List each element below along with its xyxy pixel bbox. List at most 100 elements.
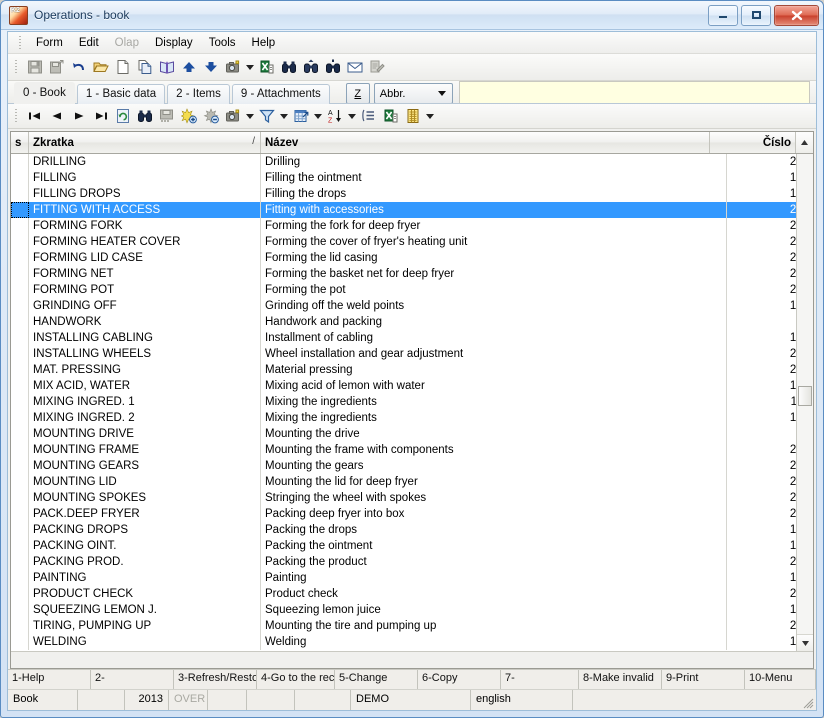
column-header-zkratka[interactable]: Zkratka / — [29, 132, 261, 153]
export-excel-icon[interactable] — [256, 56, 278, 78]
arrow-down-icon[interactable] — [200, 56, 222, 78]
menu-item-display[interactable]: Display — [147, 35, 201, 51]
table-row[interactable]: MIX ACID, WATER Mixing acid of lemon with… — [11, 378, 813, 394]
row-selector-cell[interactable] — [11, 586, 29, 602]
function-key-2[interactable]: 2- — [91, 670, 174, 689]
new-document-icon[interactable] — [112, 56, 134, 78]
grid-horizontal-scroll-area[interactable] — [11, 651, 813, 668]
row-selector-cell[interactable] — [11, 570, 29, 586]
menu-grip-handle[interactable] — [18, 35, 24, 51]
table-row[interactable]: MOUNTING LID Mounting the lid for deep fr… — [11, 474, 813, 490]
filter-icon[interactable] — [256, 105, 278, 127]
sort-az-icon[interactable]: A Z — [324, 105, 346, 127]
row-selector-cell[interactable] — [11, 522, 29, 538]
table-row[interactable]: FILLING DROPSFilling the drops134 — [11, 186, 813, 202]
menu-item-help[interactable]: Help — [244, 35, 284, 51]
row-selector-cell[interactable] — [11, 186, 29, 202]
undo-icon[interactable] — [68, 56, 90, 78]
row-selector-cell[interactable] — [11, 346, 29, 362]
table-row[interactable]: MOUNTING SPOKES Stringing the wheel with … — [11, 490, 813, 506]
scroll-down-button[interactable] — [797, 634, 813, 651]
function-key-1[interactable]: 1-Help — [8, 670, 91, 689]
table-row[interactable]: PAINTINGPainting155 — [11, 570, 813, 586]
refresh-icon[interactable] — [112, 105, 134, 127]
chevron-down-icon[interactable] — [424, 105, 436, 127]
table-row[interactable]: MIXING INGRED. 1Mixing the ingredients11… — [11, 394, 813, 410]
menu-item-form[interactable]: Form — [28, 35, 71, 51]
scroll-up-button[interactable] — [796, 132, 813, 153]
first-record-icon[interactable] — [24, 105, 46, 127]
table-row[interactable]: FORMING POTForming the pot234 — [11, 282, 813, 298]
scrollbar-thumb[interactable] — [798, 386, 812, 406]
list-icon[interactable] — [358, 105, 380, 127]
mail-icon[interactable] — [344, 56, 366, 78]
save-record-icon[interactable] — [156, 105, 178, 127]
tab-book[interactable]: 0 - Book — [14, 82, 75, 104]
row-selector-cell[interactable] — [11, 266, 29, 282]
table-row[interactable]: MOUNTING DRIVEMounting the drive69 — [11, 426, 813, 442]
row-selector-cell[interactable] — [11, 490, 29, 506]
window-resize-grip[interactable] — [802, 697, 814, 709]
last-record-icon[interactable] — [90, 105, 112, 127]
search-field-select[interactable]: Abbr. — [373, 83, 453, 104]
toolbar-grip-handle[interactable] — [14, 59, 20, 75]
next-record-icon[interactable] — [68, 105, 90, 127]
row-selector-cell[interactable] — [11, 602, 29, 618]
chevron-down-icon[interactable] — [244, 56, 256, 78]
menu-item-edit[interactable]: Edit — [71, 35, 107, 51]
arrow-up-icon[interactable] — [178, 56, 200, 78]
table-row[interactable]: MOUNTING FRAME Mounting the frame with co… — [11, 442, 813, 458]
camera-icon[interactable] — [222, 105, 244, 127]
function-key-10[interactable]: 10-Menu — [745, 670, 816, 689]
row-selector-cell[interactable] — [11, 426, 29, 442]
table-row[interactable]: GRINDING OFF Grinding off the weld points… — [11, 298, 813, 314]
search-input[interactable] — [458, 81, 810, 104]
row-selector-cell[interactable] — [11, 218, 29, 234]
table-row[interactable]: MIXING INGRED. 2Mixing the ingredients13… — [11, 410, 813, 426]
table-row[interactable]: MAT. PRESSINGMaterial pressing264 — [11, 362, 813, 378]
row-selector-cell[interactable] — [11, 314, 29, 330]
binoculars-icon[interactable] — [134, 105, 156, 127]
table-row[interactable]: MOUNTING GEARSMounting the gears287 — [11, 458, 813, 474]
row-selector-cell[interactable] — [11, 442, 29, 458]
table-row[interactable]: FORMING LID CASEForming the lid casing23… — [11, 250, 813, 266]
previous-record-icon[interactable] — [46, 105, 68, 127]
chevron-down-icon[interactable] — [244, 105, 256, 127]
function-key-6[interactable]: 6-Copy — [418, 670, 501, 689]
row-selector-cell[interactable] — [11, 298, 29, 314]
column-header-nazev[interactable]: Název — [261, 132, 710, 153]
z-sort-button[interactable]: Z — [345, 83, 370, 104]
add-record-icon[interactable] — [178, 105, 200, 127]
table-row[interactable]: PACK.DEEP FRYER Packing deep fryer into b… — [11, 506, 813, 522]
table-row[interactable]: FITTING WITH ACCESS Fitting with accessor… — [11, 202, 813, 218]
close-button[interactable] — [774, 4, 819, 26]
row-selector-cell[interactable] — [11, 330, 29, 346]
table-row[interactable]: INSTALLING WHEELS Wheel installation and … — [11, 346, 813, 362]
camera-icon[interactable] — [222, 56, 244, 78]
row-selector-cell[interactable] — [11, 202, 29, 218]
row-selector-cell[interactable] — [11, 410, 29, 426]
row-selector-cell[interactable] — [11, 618, 29, 634]
row-selector-cell[interactable] — [11, 506, 29, 522]
row-selector-cell[interactable] — [11, 234, 29, 250]
row-selector-cell[interactable] — [11, 250, 29, 266]
row-selector-cell[interactable] — [11, 394, 29, 410]
chevron-down-icon[interactable] — [312, 105, 324, 127]
open-folder-icon[interactable] — [90, 56, 112, 78]
function-key-5[interactable]: 5-Change — [335, 670, 418, 689]
report-icon[interactable] — [402, 105, 424, 127]
chevron-down-icon[interactable] — [278, 105, 290, 127]
row-selector-cell[interactable] — [11, 474, 29, 490]
chevron-down-icon[interactable] — [346, 105, 358, 127]
maximize-button[interactable] — [741, 4, 771, 26]
table-row[interactable]: PACKING OINT.Packing the ointment128 — [11, 538, 813, 554]
table-row[interactable]: INSTALLING CABLING Installment of cabling… — [11, 330, 813, 346]
row-selector-cell[interactable] — [11, 170, 29, 186]
function-key-8[interactable]: 8-Make invalid — [579, 670, 662, 689]
copy-icon[interactable] — [134, 56, 156, 78]
row-selector-cell[interactable] — [11, 282, 29, 298]
binoculars-icon[interactable] — [278, 56, 300, 78]
book-icon[interactable] — [156, 56, 178, 78]
grid-vertical-scrollbar[interactable] — [796, 154, 813, 651]
delete-record-icon[interactable] — [200, 105, 222, 127]
